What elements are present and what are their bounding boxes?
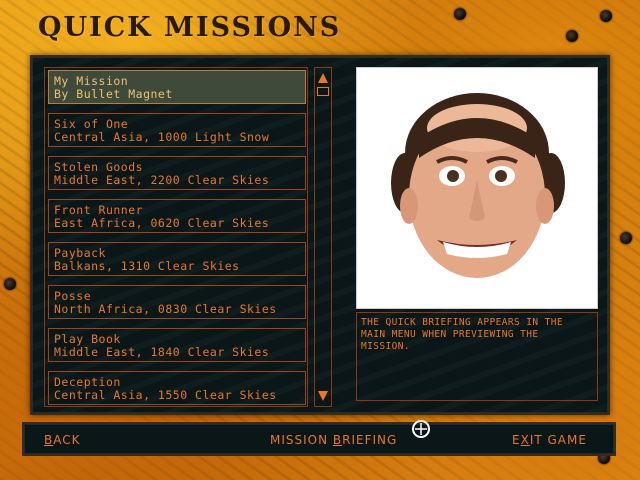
triangle-down-icon[interactable] (317, 389, 329, 403)
mission-details: Middle East, 2200 Clear Skies (54, 173, 270, 187)
back-button[interactable]: BACK (44, 433, 80, 447)
rivet-icon (620, 232, 632, 244)
mission-details: By Bullet Magnet (54, 87, 173, 101)
mission-list: My Mission By Bullet Magnet Six of One C… (44, 67, 308, 407)
mission-briefing-button[interactable]: MISSION BRIEFING (270, 433, 397, 447)
mission-details: North Africa, 0830 Clear Skies (54, 302, 277, 316)
missions-panel: My Mission By Bullet Magnet Six of One C… (30, 55, 610, 415)
exit-game-button[interactable]: EXIT GAME (512, 433, 587, 447)
rivet-icon (566, 30, 578, 42)
triangle-up-icon[interactable] (317, 71, 329, 85)
bottom-action-bar: BACK MISSION BRIEFING EXIT GAME (22, 422, 616, 456)
list-item[interactable]: Six of One Central Asia, 1000 Light Snow (48, 113, 306, 147)
mission-details: Balkans, 1310 Clear Skies (54, 259, 240, 273)
list-item[interactable]: My Mission By Bullet Magnet (48, 70, 306, 104)
mission-details: Central Asia, 1000 Light Snow (54, 130, 270, 144)
mission-list-scrollbar[interactable] (314, 67, 332, 407)
crosshair-cursor-icon (410, 418, 432, 440)
mission-portrait (356, 67, 598, 309)
quick-briefing-text: THE QUICK BRIEFING APPEARS IN THE MAIN M… (356, 312, 598, 401)
page-title: QUICK MISSIONS (38, 12, 342, 43)
mission-details: Middle East, 1840 Clear Skies (54, 345, 270, 359)
scrollbar-thumb[interactable] (317, 87, 329, 96)
rivet-icon (454, 8, 466, 20)
list-item[interactable]: Stolen Goods Middle East, 2200 Clear Ski… (48, 156, 306, 190)
list-item[interactable]: Play Book Middle East, 1840 Clear Skies (48, 328, 306, 362)
mission-details: East Africa, 0620 Clear Skies (54, 216, 270, 230)
mission-details: Central Asia, 1550 Clear Skies (54, 388, 277, 402)
list-item[interactable]: Posse North Africa, 0830 Clear Skies (48, 285, 306, 319)
list-item[interactable]: Payback Balkans, 1310 Clear Skies (48, 242, 306, 276)
list-item[interactable]: Deception Central Asia, 1550 Clear Skies (48, 371, 306, 405)
list-item[interactable]: Front Runner East Africa, 0620 Clear Ski… (48, 199, 306, 233)
rivet-icon (4, 278, 16, 290)
face-portrait-icon (391, 93, 565, 278)
rivet-icon (600, 10, 612, 22)
